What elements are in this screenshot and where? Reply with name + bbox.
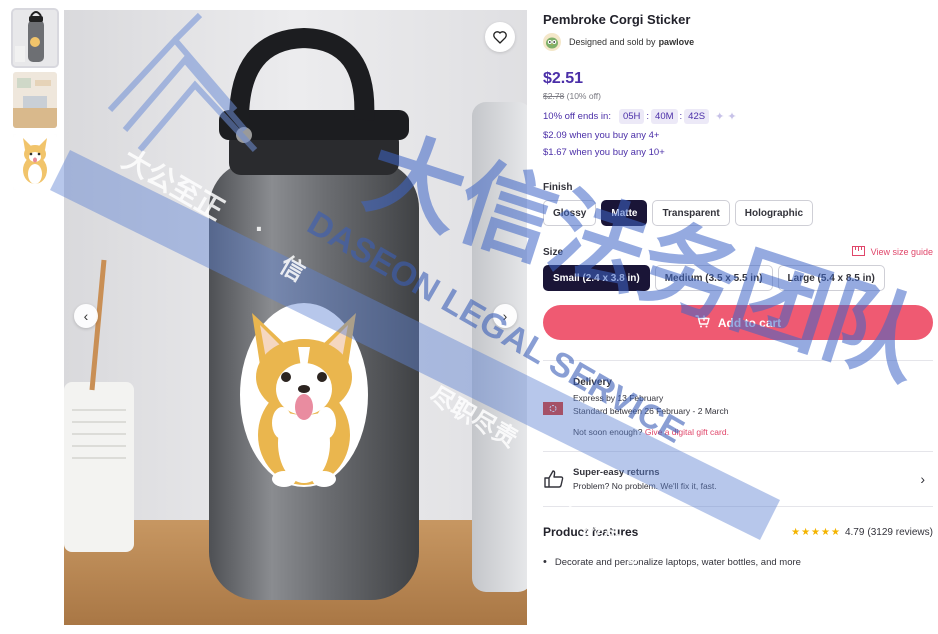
returns-details: Super-easy returns Problem? No problem. … [573,466,920,493]
countdown-separator: : [679,111,683,122]
countdown-separator: : [646,111,650,122]
countdown-hours: 05H [618,109,645,124]
delivery-title: Delivery [573,377,612,388]
add-to-cart-label: Add to cart [717,315,782,330]
thumbnail-desk[interactable] [13,72,57,128]
thumbnail-bottle-image [13,10,57,66]
bottle-scene-illustration [64,10,527,625]
next-image-button[interactable]: › [493,304,517,328]
features-title: Product features [543,525,639,540]
product-details-panel: Pembroke Corgi Sticker Designed and sold… [543,10,933,568]
corgi-sticker-image [240,303,368,487]
strikethrough-price: $2.78 [543,91,565,101]
gift-card-link[interactable]: Give a digital gift card. [645,427,729,437]
size-options: Small (2.4 x 3.8 in) Medium (3.5 x 5.5 i… [543,265,933,291]
express-delivery: Express by 13 February [573,392,664,403]
rating-value: 4.79 [844,526,865,538]
not-soon-text: Not soon enough? [573,426,643,437]
returns-row[interactable]: Super-easy returns Problem? No problem. … [543,452,933,506]
finish-label: Finish [543,182,573,193]
features-header: Product features ★★★★★ 4.79 (3129 review… [543,525,933,539]
bulk-offer: $2.09 when you buy any 4+ [543,130,660,141]
returns-subtitle: Problem? No problem. We'll fix it, fast. [573,480,717,491]
countdown-minutes: 40M [651,109,678,124]
finish-option-matte[interactable]: Matte [601,200,648,226]
chevron-left-icon: ‹ [83,308,89,324]
size-option-medium[interactable]: Medium (3.5 x 5.5 in) [654,265,773,291]
size-label: Size [543,246,564,258]
sparkle-icon: ✦ ✦ [715,111,737,123]
chevron-right-icon: › [920,471,925,488]
discount-percent: (10% off) [564,91,601,101]
countdown-seconds: 42S [684,109,710,124]
delivery-details: Delivery Express by 13 February Standard… [573,375,729,439]
product-title: Pembroke Corgi Sticker [543,12,691,27]
heart-icon [493,31,507,44]
size-option-large[interactable]: Large (5.4 x 8.5 in) [777,265,885,291]
finish-option-holographic[interactable]: Holographic [734,200,814,226]
thumbs-up-icon [543,470,565,488]
review-count: (3129 reviews) [867,526,933,538]
current-price: $2.51 [543,70,584,87]
seller-info: Designed and sold by pawlove [543,33,933,51]
sale-countdown: 10% off ends in: 05H : 40M : 42S ✦ ✦ [543,109,933,124]
returns-title: Super-easy returns [573,466,660,478]
owl-avatar-icon [546,37,558,49]
thumbnail-desk-image [13,72,57,128]
bulk-offer: $1.67 when you buy any 10+ [543,147,665,158]
favorite-button[interactable] [485,22,515,52]
seller-name-link[interactable]: pawlove [659,37,695,47]
original-price: $2.78 (10% off) [543,91,933,101]
thumbnail-bottle[interactable] [11,8,59,68]
add-to-cart-button[interactable]: Add to cart [543,305,933,340]
size-guide-link[interactable]: View size guide [851,246,933,258]
delivery-info: Delivery Express by 13 February Standard… [543,361,933,439]
product-main-image: ‹ › [64,10,527,625]
seller-prefix: Designed and sold by [569,37,656,47]
chevron-right-icon: › [502,308,508,324]
standard-delivery: Standard between 26 February - 2 March [573,405,729,416]
feature-item: Decorate and personalize laptops, water … [543,556,933,568]
ruler-icon [851,246,865,258]
thumbnail-corgi-image [13,134,57,190]
divider [543,506,933,508]
gift-card-line: Not soon enough? Give a digital gift car… [573,426,729,439]
size-guide-label: View size guide [870,247,933,257]
finish-option-transparent[interactable]: Transparent [652,200,730,226]
finish-option-glossy[interactable]: Glossy [543,200,597,226]
rating-summary[interactable]: ★★★★★ 4.79 (3129 reviews) [791,527,933,538]
thumbnail-corgi[interactable] [13,134,57,190]
size-header: Size View size guide [543,246,933,258]
star-rating-icon: ★★★★★ [791,526,841,538]
seller-avatar[interactable] [543,33,561,51]
finish-options: Glossy Matte Transparent Holographic [543,200,933,226]
size-option-small[interactable]: Small (2.4 x 3.8 in) [543,265,650,291]
thumbnail-strip [11,8,59,196]
hong-kong-flag-icon [543,402,563,415]
previous-image-button[interactable]: ‹ [74,304,98,328]
countdown-label: 10% off ends in: [543,111,611,122]
feature-list: Decorate and personalize laptops, water … [543,556,933,568]
cart-icon [695,314,710,331]
